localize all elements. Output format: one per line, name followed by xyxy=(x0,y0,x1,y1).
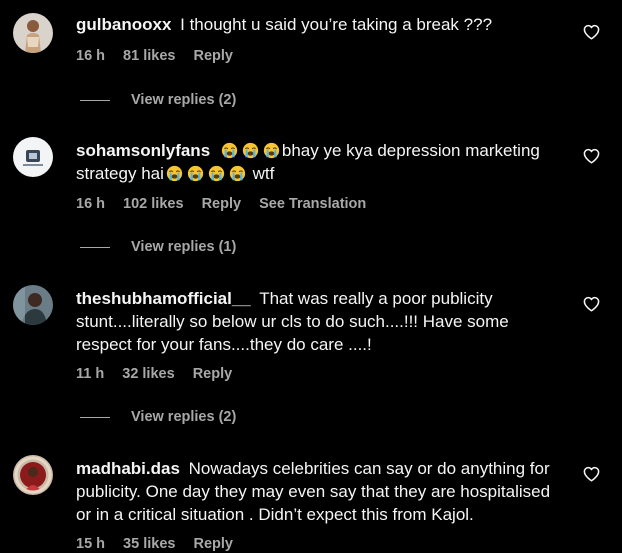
comment-text: gulbanooxx I thought u said you’re takin… xyxy=(76,13,566,36)
comment-text: sohamsonlyfans bhay ye kya depression ma… xyxy=(76,139,566,185)
divider-line xyxy=(80,246,110,248)
view-replies-label: View replies (2) xyxy=(131,409,237,425)
reply-button[interactable]: Reply xyxy=(193,366,233,382)
comment-likes[interactable]: 35 likes xyxy=(123,536,175,552)
like-heart-icon[interactable] xyxy=(583,148,600,164)
comment-text: madhabi.das Nowadays celebrities can say… xyxy=(76,457,566,526)
comment-likes[interactable]: 81 likes xyxy=(123,48,175,64)
avatar[interactable] xyxy=(13,455,53,495)
comment-username[interactable]: gulbanooxx xyxy=(76,15,171,34)
comment-meta: 15 h 35 likes Reply xyxy=(76,536,247,552)
comment-username[interactable]: sohamsonlyfans xyxy=(76,141,210,160)
comment-text: theshubhamofficial__ That was really a p… xyxy=(76,287,566,356)
loudly-crying-face-icon xyxy=(221,142,238,159)
divider-line xyxy=(80,416,110,418)
loudly-crying-face-icon xyxy=(208,165,225,182)
loudly-crying-face-icon xyxy=(166,165,183,182)
view-replies-button[interactable]: View replies (1) xyxy=(80,239,236,255)
view-replies-button[interactable]: View replies (2) xyxy=(80,409,236,425)
comment-username[interactable]: madhabi.das xyxy=(76,459,180,478)
reply-button[interactable]: Reply xyxy=(194,48,234,64)
divider-line xyxy=(80,99,110,101)
avatar[interactable] xyxy=(13,285,53,325)
view-replies-button[interactable]: View replies (2) xyxy=(80,92,236,108)
comment-likes[interactable]: 102 likes xyxy=(123,196,183,212)
avatar[interactable] xyxy=(13,137,53,177)
reply-button[interactable]: Reply xyxy=(194,536,234,552)
view-replies-label: View replies (1) xyxy=(131,239,237,255)
like-heart-icon[interactable] xyxy=(583,24,600,40)
loudly-crying-face-icon xyxy=(229,165,246,182)
reply-button[interactable]: Reply xyxy=(202,196,242,212)
view-replies-label: View replies (2) xyxy=(131,92,237,108)
comment-time: 16 h xyxy=(76,196,106,212)
comment-meta: 16 h 81 likes Reply xyxy=(76,48,247,64)
comment-username[interactable]: theshubhamofficial__ xyxy=(76,289,251,308)
loudly-crying-face-icon xyxy=(263,142,280,159)
comment-time: 16 h xyxy=(76,48,106,64)
see-translation-button[interactable]: See Translation xyxy=(259,196,366,212)
comment-time: 15 h xyxy=(76,536,106,552)
comment-meta: 11 h 32 likes Reply xyxy=(76,366,246,382)
comment-time: 11 h xyxy=(76,366,105,382)
like-heart-icon[interactable] xyxy=(583,296,600,312)
comment-body-end: wtf xyxy=(252,164,275,183)
avatar[interactable] xyxy=(13,13,53,53)
comment-likes[interactable]: 32 likes xyxy=(122,366,174,382)
loudly-crying-face-icon xyxy=(242,142,259,159)
comment-meta: 16 h 102 likes Reply See Translation xyxy=(76,196,380,212)
loudly-crying-face-icon xyxy=(187,165,204,182)
like-heart-icon[interactable] xyxy=(583,466,600,482)
comment-body: I thought u said you’re taking a break ?… xyxy=(180,15,493,34)
